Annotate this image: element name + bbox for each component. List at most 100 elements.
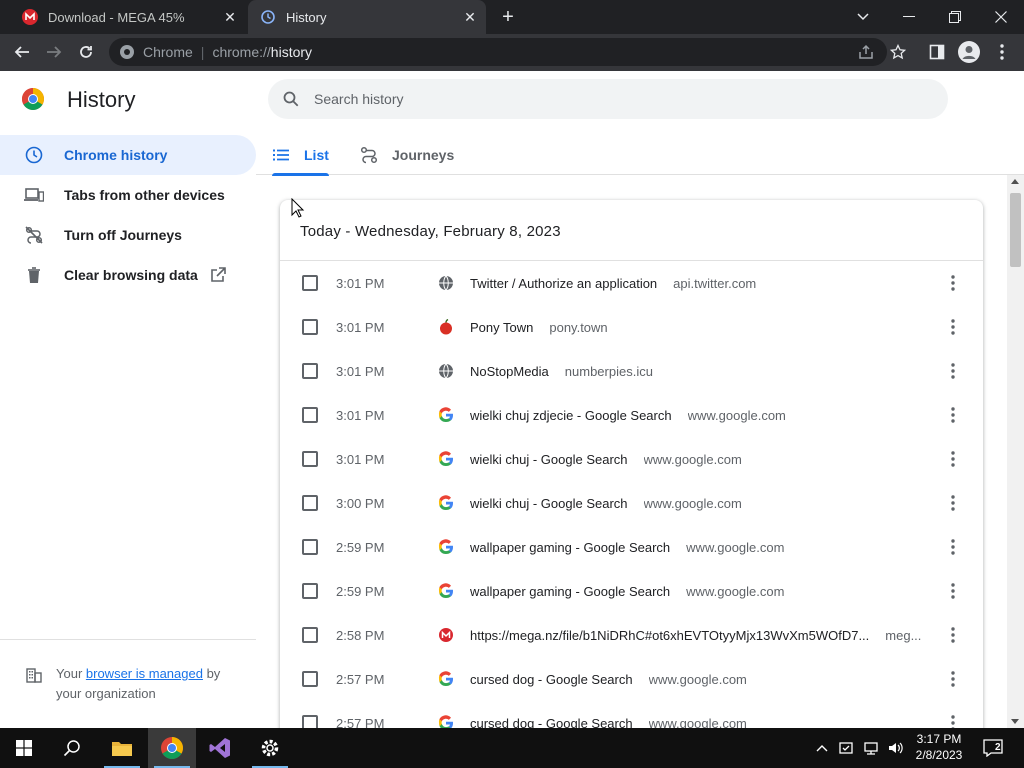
row-title-link[interactable]: wielki chuj - Google Search (470, 452, 628, 467)
google-favicon-icon (438, 539, 454, 555)
history-row[interactable]: 3:01 PM wielki chuj - Google Search www.go… (280, 437, 983, 481)
row-checkbox[interactable] (302, 407, 318, 423)
sidebar-item-label: Tabs from other devices (64, 187, 225, 203)
history-row[interactable]: 3:01 PM Twitter / Authorize an applicatio… (280, 261, 983, 305)
row-title-link[interactable]: Twitter / Authorize an application (470, 276, 657, 291)
history-row[interactable]: 3:01 PM wielki chuj zdjecie - Google Sear… (280, 393, 983, 437)
chrome-taskbar-button[interactable] (148, 728, 196, 768)
history-row[interactable]: 3:00 PM wielki chuj - Google Search www.go… (280, 481, 983, 525)
profile-button[interactable] (955, 38, 983, 66)
tray-app-icon[interactable] (836, 728, 856, 768)
file-explorer-button[interactable] (98, 728, 146, 768)
history-row[interactable]: 2:59 PM wallpaper gaming - Google Search w… (280, 525, 983, 569)
row-checkbox[interactable] (302, 451, 318, 467)
more-vert-icon[interactable] (943, 317, 963, 337)
chrome-icon (161, 737, 183, 759)
row-checkbox[interactable] (302, 583, 318, 599)
row-title-link[interactable]: wielki chuj - Google Search (470, 496, 628, 511)
row-checkbox[interactable] (302, 319, 318, 335)
row-title-link[interactable]: wallpaper gaming - Google Search (470, 540, 670, 555)
tab-mega-download[interactable]: Download - MEGA 45% ✕ (10, 0, 246, 34)
history-row[interactable]: 3:01 PM Pony Town pony.town (280, 305, 983, 349)
reload-button[interactable] (72, 38, 100, 66)
row-domain: www.google.com (686, 539, 785, 555)
row-domain: www.google.com (686, 583, 785, 599)
row-checkbox[interactable] (302, 495, 318, 511)
search-taskbar-button[interactable] (48, 728, 96, 768)
window-close-button[interactable] (978, 0, 1024, 34)
more-vert-icon[interactable] (943, 361, 963, 381)
start-button[interactable] (0, 728, 48, 768)
search-input[interactable] (314, 91, 914, 107)
volume-button[interactable] (884, 728, 906, 768)
url-scheme: chrome:// (212, 44, 271, 60)
side-panel-button[interactable] (923, 38, 951, 66)
scroll-thumb[interactable] (1010, 193, 1021, 267)
row-title-link[interactable]: wallpaper gaming - Google Search (470, 584, 670, 599)
share-button[interactable] (852, 38, 880, 66)
row-title-link[interactable]: https://mega.nz/file/b1NiDRhC#ot6xhEVTOt… (470, 628, 869, 643)
arrow-right-icon (47, 46, 62, 58)
sidebar-item-chrome-history[interactable]: Chrome history (0, 135, 256, 175)
close-icon[interactable]: ✕ (220, 7, 240, 27)
bookmark-button[interactable] (884, 38, 912, 66)
more-vert-icon[interactable] (943, 273, 963, 293)
more-vert-icon[interactable] (943, 537, 963, 557)
more-vert-icon[interactable] (943, 669, 963, 689)
tray-overflow-button[interactable] (812, 728, 832, 768)
restore-button[interactable] (932, 0, 978, 34)
history-row[interactable]: 3:01 PM NoStopMedia numberpies.icu (280, 349, 983, 393)
clock[interactable]: 3:17 PM 2/8/2023 (906, 731, 972, 763)
scroll-up-arrow[interactable] (1011, 179, 1019, 184)
tab-search-button[interactable] (840, 0, 886, 34)
row-domain: meg... (885, 627, 922, 643)
minimize-button[interactable] (886, 0, 932, 34)
row-checkbox[interactable] (302, 539, 318, 555)
sidebar-item-tabs-other-devices[interactable]: Tabs from other devices (0, 175, 256, 215)
scrollbar[interactable] (1007, 175, 1024, 728)
row-checkbox[interactable] (302, 671, 318, 687)
tab-history[interactable]: History ✕ (248, 0, 486, 34)
close-icon[interactable]: ✕ (460, 7, 480, 27)
more-vert-icon[interactable] (943, 449, 963, 469)
more-vert-icon[interactable] (943, 625, 963, 645)
network-button[interactable] (860, 728, 882, 768)
apple-favicon-icon (438, 319, 454, 335)
new-tab-button[interactable]: + (497, 6, 519, 28)
row-title-link[interactable]: cursed dog - Google Search (470, 672, 633, 687)
scroll-down-arrow[interactable] (1011, 719, 1019, 724)
address-bar[interactable]: Chrome | chrome://history (109, 38, 887, 66)
sidebar-item-clear-browsing-data[interactable]: Clear browsing data (0, 255, 256, 295)
settings-button[interactable] (246, 728, 294, 768)
more-vert-icon[interactable] (943, 581, 963, 601)
history-row[interactable]: 2:59 PM wallpaper gaming - Google Search w… (280, 569, 983, 613)
forward-button[interactable] (40, 38, 68, 66)
google-favicon-icon (438, 407, 454, 423)
row-checkbox[interactable] (302, 627, 318, 643)
back-button[interactable] (8, 38, 36, 66)
view-tabs: List Journeys (256, 135, 1024, 176)
sidebar-item-turn-off-journeys[interactable]: Turn off Journeys (0, 215, 256, 255)
visual-studio-button[interactable] (196, 728, 244, 768)
menu-button[interactable] (988, 38, 1016, 66)
google-favicon-icon (438, 495, 454, 511)
row-time: 2:59 PM (336, 583, 385, 599)
chrome-icon (120, 45, 134, 59)
row-title-link[interactable]: wielki chuj zdjecie - Google Search (470, 408, 672, 423)
row-title-link[interactable]: Pony Town (470, 320, 533, 335)
row-title-link[interactable]: NoStopMedia (470, 364, 549, 379)
search-box[interactable] (268, 79, 948, 119)
row-checkbox[interactable] (302, 363, 318, 379)
notifications-button[interactable]: 2 (978, 728, 1008, 768)
row-domain: www.google.com (648, 671, 747, 687)
tab-journeys[interactable]: Journeys (360, 135, 454, 175)
tab-strip: Download - MEGA 45% ✕ History ✕ + (0, 0, 1024, 34)
more-vert-icon[interactable] (943, 405, 963, 425)
row-time: 3:01 PM (336, 319, 385, 335)
row-checkbox[interactable] (302, 275, 318, 291)
history-row[interactable]: 2:57 PM cursed dog - Google Search www.goo… (280, 657, 983, 701)
history-row[interactable]: 2:58 PM https://mega.nz/file/b1NiDRhC#ot6… (280, 613, 983, 657)
tab-list[interactable]: List (272, 135, 329, 176)
browser-managed-link[interactable]: browser is managed (86, 666, 203, 681)
more-vert-icon[interactable] (943, 493, 963, 513)
